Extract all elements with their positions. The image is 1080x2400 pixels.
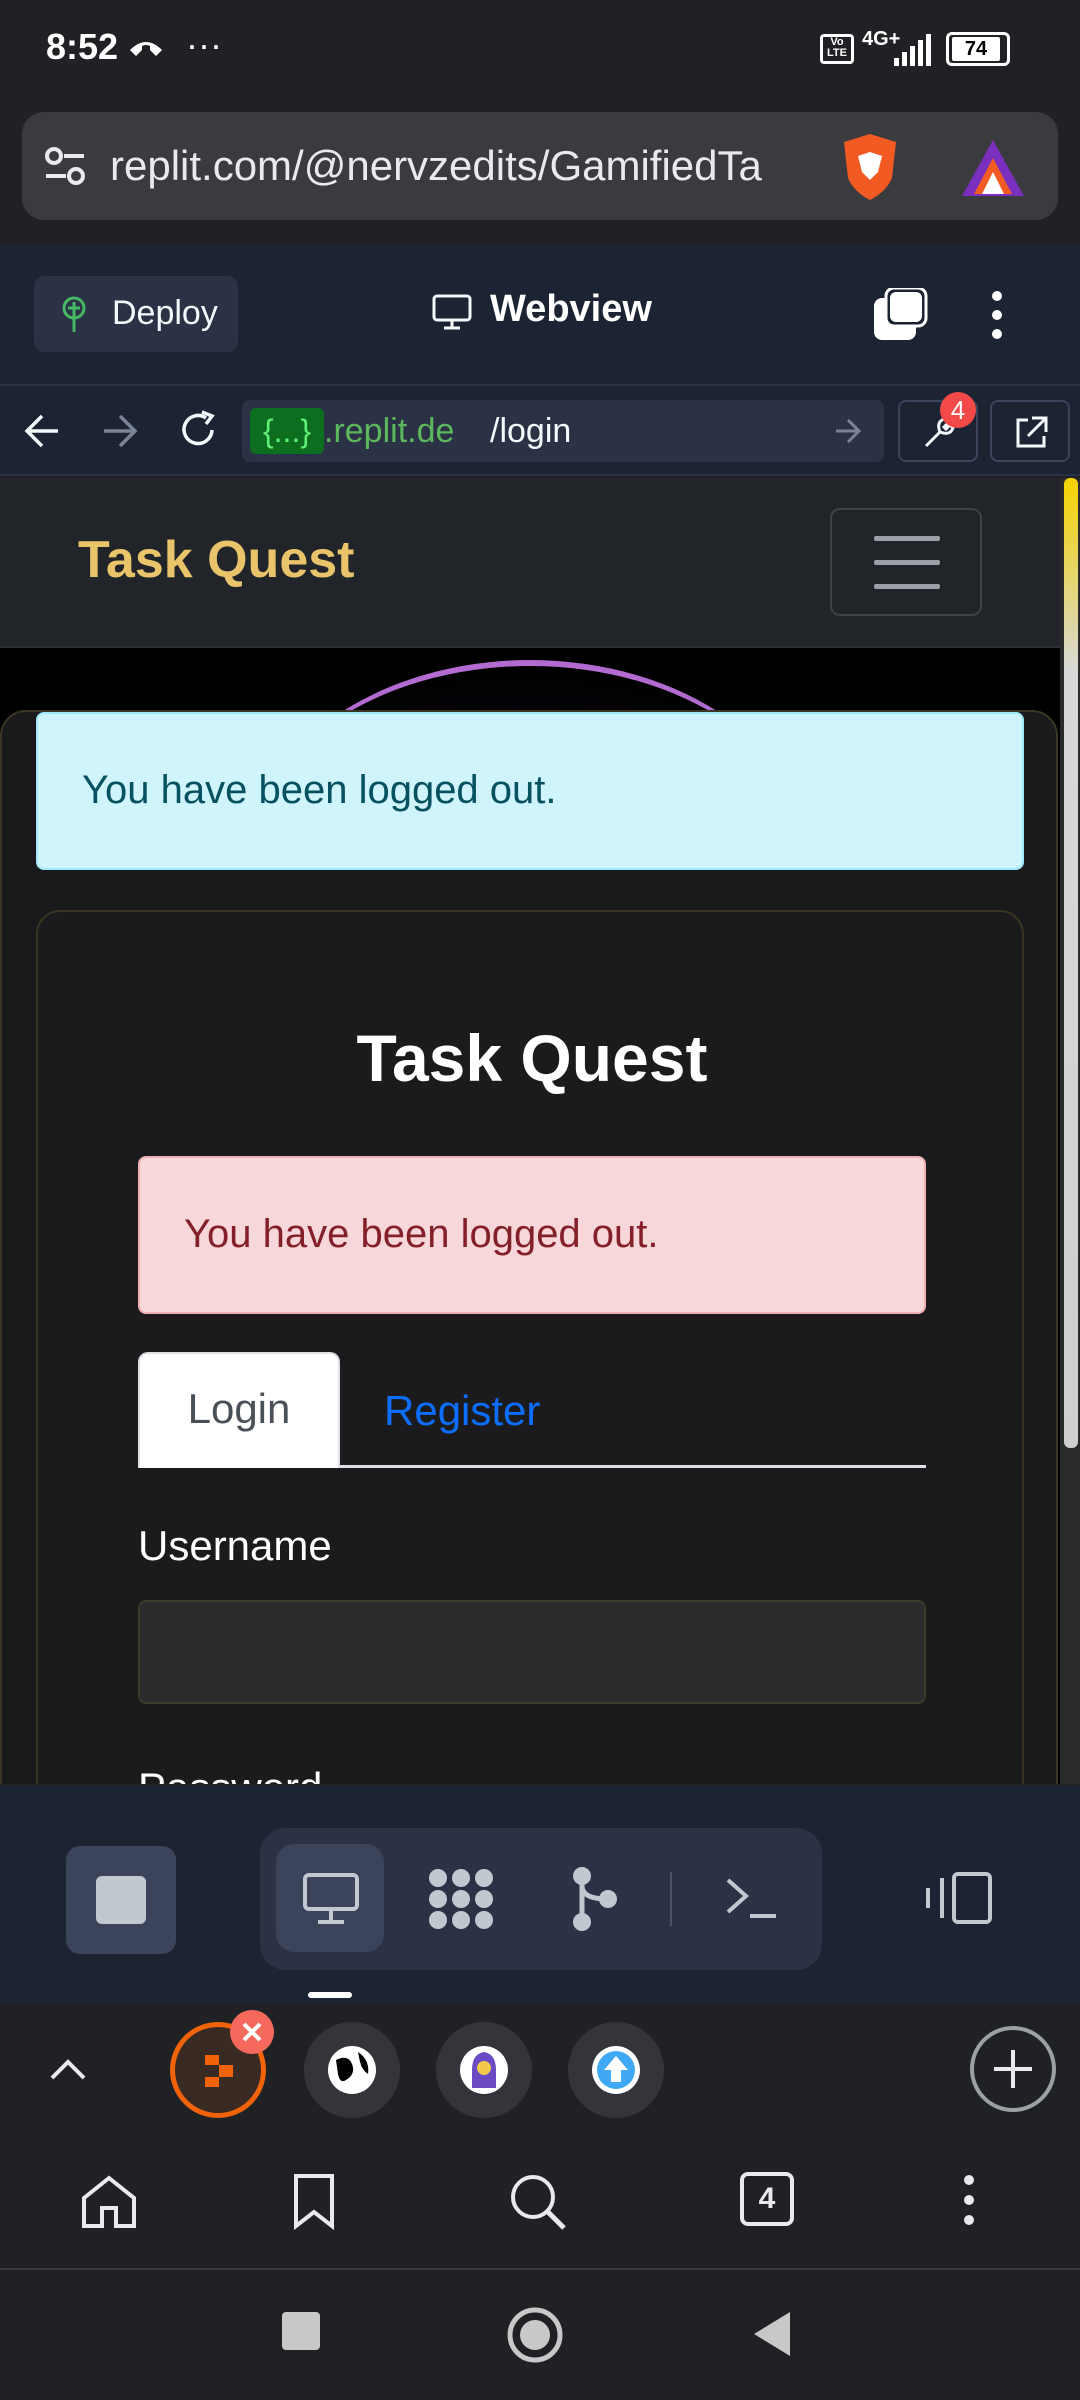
webview-nav-bar: {...} .replit.de /login 4 xyxy=(0,386,1080,476)
shell-icon[interactable] xyxy=(724,1874,778,1922)
app-brand[interactable]: Task Quest xyxy=(78,530,354,590)
replit-pane-header: Deploy Webview xyxy=(0,244,1080,386)
home-icon[interactable] xyxy=(80,2174,138,2230)
deploy-label: Deploy xyxy=(112,294,218,332)
tool-group xyxy=(260,1828,822,1970)
signal-icon xyxy=(892,34,932,68)
webview-icon xyxy=(302,1872,360,1926)
status-bar: 8:52 ··· Vo LTE 4G+ 74 xyxy=(0,0,1080,100)
tab-count-button[interactable]: 4 xyxy=(740,2172,794,2226)
status-dots: ··· xyxy=(186,24,222,65)
avatar-icon xyxy=(458,2044,510,2096)
webview-address-bar[interactable]: {...} .replit.de /login xyxy=(242,400,884,462)
deploy-icon xyxy=(56,294,92,334)
repl-domain: .replit.de xyxy=(324,412,455,450)
android-nav-bar xyxy=(0,2272,1080,2400)
recents-icon[interactable] xyxy=(282,2312,320,2350)
status-time: 8:52 xyxy=(46,26,119,67)
search-icon[interactable] xyxy=(508,2172,568,2232)
battery-icon: 74 xyxy=(946,32,1010,66)
devtools-button[interactable]: 4 xyxy=(898,392,978,462)
webview-tool-button[interactable] xyxy=(276,1844,384,1952)
brave-rewards-icon[interactable] xyxy=(960,138,1026,198)
layout-icon[interactable] xyxy=(924,1870,994,1926)
url-text[interactable]: replit.com/@nervzedits/GamifiedTa xyxy=(110,142,830,190)
more-menu-icon[interactable] xyxy=(990,290,1004,340)
site-settings-icon[interactable] xyxy=(44,146,86,186)
webview-page: Task Quest You have been logged out. Tas… xyxy=(0,478,1060,1784)
app-navbar: Task Quest xyxy=(0,478,1060,648)
login-card: Task Quest You have been logged out. Log… xyxy=(36,910,1024,1784)
devtools-badge: 4 xyxy=(940,392,976,428)
auth-tabs: Login Register xyxy=(138,1352,926,1468)
replit-logo-icon xyxy=(201,2053,237,2089)
tab-site-4[interactable] xyxy=(568,2022,664,2118)
open-external-button[interactable] xyxy=(990,400,1070,462)
browser-url-bar[interactable]: replit.com/@nervzedits/GamifiedTa xyxy=(22,112,1058,220)
address-path[interactable]: /login xyxy=(490,412,571,451)
chevron-up-icon[interactable] xyxy=(48,2056,88,2082)
git-icon[interactable] xyxy=(570,1866,620,1932)
battery-level: 74 xyxy=(952,37,1000,61)
info-alert: You have been logged out. xyxy=(36,712,1024,870)
replit-toolbar xyxy=(0,1786,1080,2004)
repl-domain-pill: {...} xyxy=(250,408,324,454)
bookmark-icon[interactable] xyxy=(292,2172,336,2230)
globe-icon xyxy=(326,2044,378,2096)
home-nav-icon[interactable] xyxy=(506,2306,564,2364)
deploy-button[interactable]: Deploy xyxy=(34,276,238,352)
username-input[interactable] xyxy=(138,1600,926,1704)
navbar-toggler-button[interactable] xyxy=(830,508,982,616)
stop-icon xyxy=(96,1876,146,1924)
tab-register[interactable]: Register xyxy=(384,1352,540,1468)
pane-title: Webview xyxy=(490,288,652,330)
upload-icon xyxy=(590,2044,642,2096)
password-label: Password xyxy=(138,1764,322,1784)
brave-shield-icon[interactable] xyxy=(838,132,902,202)
browser-bottom-nav: 4 xyxy=(0,2134,1080,2270)
forward-icon[interactable] xyxy=(102,414,138,448)
wifi-call-icon xyxy=(126,30,166,66)
stop-button[interactable] xyxy=(66,1846,176,1954)
monitor-icon xyxy=(432,294,472,330)
active-indicator xyxy=(308,1992,352,1998)
open-external-icon xyxy=(1014,416,1048,450)
divider xyxy=(670,1872,672,1926)
new-tab-button[interactable] xyxy=(970,2026,1056,2112)
back-nav-icon[interactable] xyxy=(752,2310,792,2358)
go-icon[interactable] xyxy=(834,418,862,444)
username-label: Username xyxy=(138,1522,332,1569)
tabs-overview-icon[interactable] xyxy=(872,288,928,342)
info-alert-text: You have been logged out. xyxy=(82,768,557,812)
reload-icon[interactable] xyxy=(178,410,218,450)
close-tab-icon[interactable] xyxy=(230,2010,274,2054)
overflow-menu-icon[interactable] xyxy=(962,2174,976,2226)
page-scrollbar[interactable] xyxy=(1060,478,1080,1784)
danger-alert: You have been logged out. xyxy=(138,1156,926,1314)
back-icon[interactable] xyxy=(24,414,60,448)
tab-site-3[interactable] xyxy=(436,2022,532,2118)
danger-alert-text: You have been logged out. xyxy=(184,1212,659,1256)
browser-tab-strip xyxy=(0,2004,1080,2134)
apps-icon[interactable] xyxy=(426,1866,496,1932)
tab-login[interactable]: Login xyxy=(138,1352,340,1468)
tab-site-2[interactable] xyxy=(304,2022,400,2118)
card-title: Task Quest xyxy=(356,1021,708,1095)
volte-icon: Vo LTE xyxy=(820,34,854,64)
